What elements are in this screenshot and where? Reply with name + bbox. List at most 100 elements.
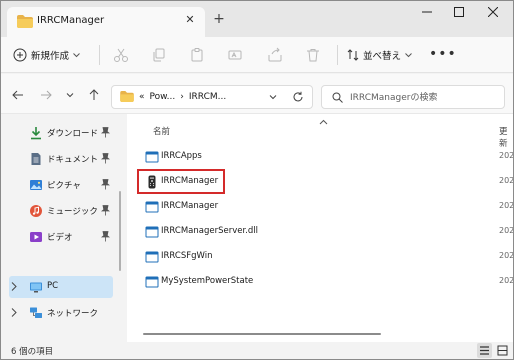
chevron-down-icon xyxy=(73,52,80,57)
chevron-down-icon[interactable] xyxy=(268,91,278,103)
details-view-icon[interactable] xyxy=(477,343,492,358)
file-list: 名前 更新 IRRCApps 202 IRRCManager 202 IRRCM… xyxy=(127,114,513,342)
command-bar: 新規作成 並べ替え ••• xyxy=(1,37,513,73)
picture-icon xyxy=(30,180,42,190)
refresh-icon[interactable] xyxy=(292,91,304,103)
pin-icon[interactable] xyxy=(101,153,110,164)
add-circle-icon xyxy=(13,48,27,62)
forward-arrow-icon[interactable] xyxy=(39,88,53,102)
window-app-icon xyxy=(145,251,159,263)
file-row[interactable]: IRRCManager 202 xyxy=(145,196,513,218)
status-bar: 6 個の項目 xyxy=(1,342,513,359)
pin-icon[interactable] xyxy=(101,179,110,190)
file-name: MySystemPowerState xyxy=(161,276,254,286)
close-icon xyxy=(488,7,498,17)
chevron-right-icon[interactable] xyxy=(11,282,17,291)
chevron-right-icon[interactable] xyxy=(11,308,17,317)
rename-icon[interactable] xyxy=(227,47,243,63)
file-name: IRRCManagerServer.dll xyxy=(161,226,259,236)
cut-icon[interactable] xyxy=(113,47,129,63)
sort-button-label: 並べ替え xyxy=(363,51,402,62)
navigation-scrollbar[interactable] xyxy=(119,191,121,271)
breadcrumb-item[interactable]: IRRCM... xyxy=(189,92,226,102)
breadcrumb-overflow[interactable]: « xyxy=(139,92,145,102)
window-app-icon xyxy=(145,226,159,238)
nav-item-label: ピクチャ xyxy=(47,181,81,191)
file-row[interactable]: IRRCApps 202 xyxy=(145,146,513,168)
nav-item-label: PC xyxy=(47,281,59,291)
search-box[interactable] xyxy=(321,85,505,109)
file-row[interactable]: IRRCManagerServer.dll 202 xyxy=(145,221,513,243)
network-icon xyxy=(30,307,42,318)
recent-locations-icon[interactable] xyxy=(63,88,77,102)
breadcrumb-separator: › xyxy=(180,91,184,102)
nav-item-downloads[interactable]: ダウンロード xyxy=(9,122,113,144)
new-button-label: 新規作成 xyxy=(31,51,70,62)
column-header-name[interactable]: 名前 xyxy=(153,125,170,137)
close-window-button[interactable] xyxy=(483,5,503,21)
sort-button[interactable]: 並べ替え xyxy=(347,47,412,63)
window-app-icon xyxy=(145,276,159,288)
pin-icon[interactable] xyxy=(101,231,110,242)
nav-item-music[interactable]: ミュージック xyxy=(9,200,113,222)
sort-icon xyxy=(347,49,359,61)
navigation-pane: ダウンロード ドキュメント ピクチャ ミュージック ビデオ PC ネットワーク xyxy=(1,114,119,342)
file-name: IRRCManager xyxy=(161,201,219,211)
pin-icon[interactable] xyxy=(101,127,110,138)
file-date: 202 xyxy=(499,226,514,235)
nav-item-pictures[interactable]: ピクチャ xyxy=(9,174,113,196)
column-header-date[interactable]: 更新 xyxy=(499,125,513,149)
share-icon[interactable] xyxy=(267,47,283,63)
nav-item-documents[interactable]: ドキュメント xyxy=(9,148,113,170)
highlight-box xyxy=(137,169,225,194)
nav-item-pc[interactable]: PC xyxy=(9,276,113,298)
nav-item-network[interactable]: ネットワーク xyxy=(9,302,113,324)
breadcrumb: « Pow... › IRRCM... xyxy=(120,91,226,102)
sort-ascending-icon xyxy=(319,119,328,125)
horizontal-scrollbar[interactable] xyxy=(143,333,381,335)
toolbar-divider xyxy=(337,45,338,65)
breadcrumb-item[interactable]: Pow... xyxy=(150,92,176,102)
toolbar-divider xyxy=(99,45,100,65)
nav-item-videos[interactable]: ビデオ xyxy=(9,226,113,248)
back-arrow-icon[interactable] xyxy=(11,88,25,102)
address-row: « Pow... › IRRCM... xyxy=(1,74,513,114)
nav-item-label: ネットワーク xyxy=(47,309,99,319)
file-name: IRRCApps xyxy=(161,151,202,161)
explorer-window: IRRCManager ✕ + 新規作成 並べ替え ••• « Pow... ›… xyxy=(0,0,514,360)
search-input[interactable] xyxy=(350,90,500,106)
window-app-icon xyxy=(145,151,159,163)
more-options-icon[interactable]: ••• xyxy=(429,46,457,62)
tab-irrcmanager[interactable]: IRRCManager ✕ xyxy=(7,7,205,37)
file-date: 202 xyxy=(499,151,514,160)
folder-icon xyxy=(17,15,33,28)
file-row[interactable]: MySystemPowerState 202 xyxy=(145,271,513,293)
tiles-view-icon[interactable] xyxy=(495,343,510,358)
up-arrow-icon[interactable] xyxy=(87,88,101,102)
new-button[interactable]: 新規作成 xyxy=(13,46,80,64)
item-count: 6 個の項目 xyxy=(11,347,54,357)
address-bar[interactable]: « Pow... › IRRCM... xyxy=(111,85,313,109)
nav-item-label: ビデオ xyxy=(47,233,73,243)
delete-icon[interactable] xyxy=(305,47,321,63)
copy-icon[interactable] xyxy=(151,47,167,63)
download-icon xyxy=(31,127,41,140)
tab-title: IRRCManager xyxy=(37,15,105,26)
minimize-button[interactable] xyxy=(417,5,437,21)
file-row[interactable]: IRRCSFgWin 202 xyxy=(145,246,513,268)
paste-icon[interactable] xyxy=(189,47,205,63)
search-icon xyxy=(332,92,343,103)
tab-strip: IRRCManager ✕ + xyxy=(1,1,513,37)
maximize-icon xyxy=(454,7,464,17)
pin-icon[interactable] xyxy=(101,205,110,216)
close-tab-icon[interactable]: ✕ xyxy=(183,13,197,27)
add-tab-button[interactable]: + xyxy=(211,11,227,27)
nav-item-label: ミュージック xyxy=(47,207,98,217)
document-icon xyxy=(31,153,41,165)
folder-icon xyxy=(120,91,134,102)
file-name: IRRCSFgWin xyxy=(161,251,213,261)
file-date: 202 xyxy=(499,251,514,260)
file-date: 202 xyxy=(499,201,514,210)
maximize-button[interactable] xyxy=(449,5,469,21)
nav-item-label: ドキュメント xyxy=(47,155,99,165)
